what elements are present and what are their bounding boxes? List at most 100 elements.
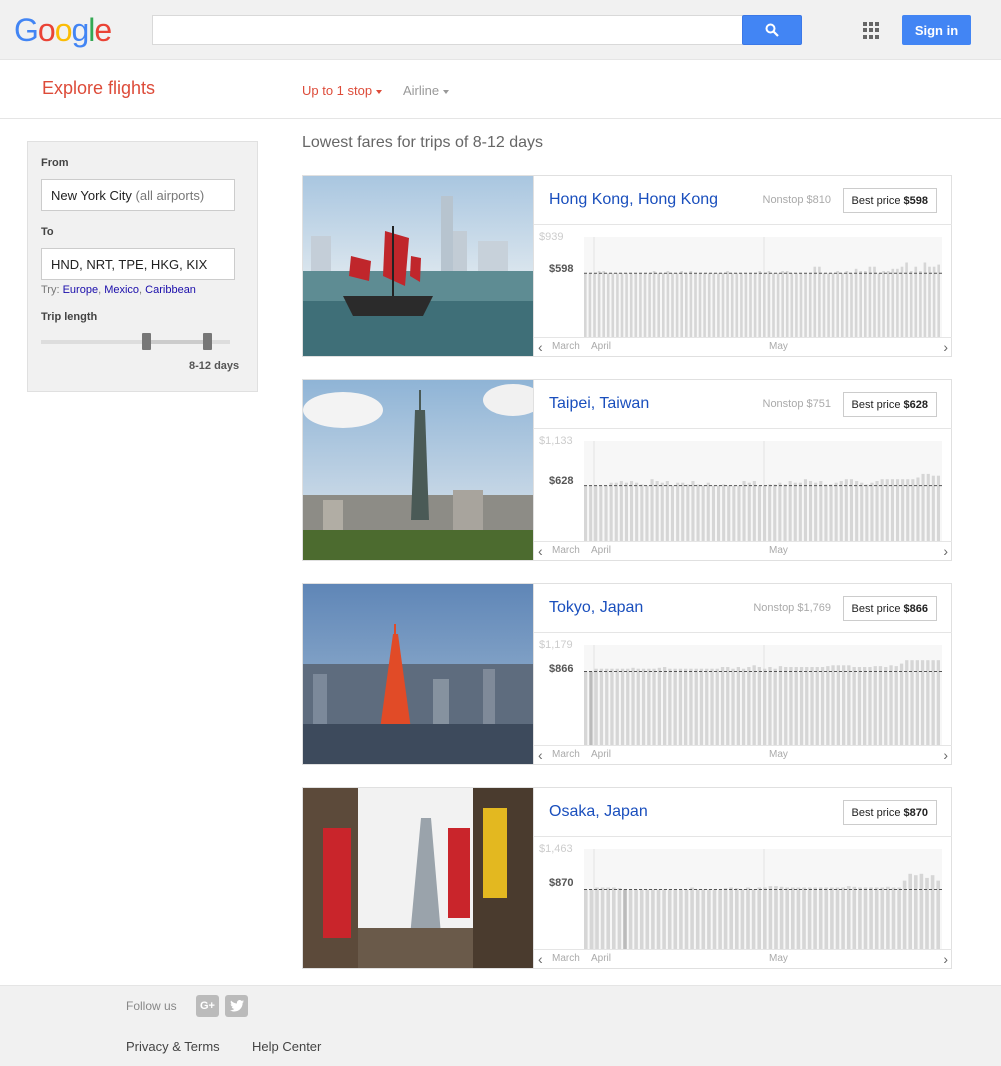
price-bar (639, 273, 642, 337)
price-bar (824, 887, 829, 949)
price-bar (810, 667, 814, 745)
price-bar (868, 667, 872, 745)
price-chart-svg (584, 441, 942, 541)
price-bar (673, 668, 677, 745)
price-bar (717, 273, 720, 337)
price-chart[interactable]: $939 $598 ‹ March April May › (534, 224, 952, 356)
price-bar (809, 481, 813, 541)
try-link-caribbean[interactable]: Caribbean (145, 284, 196, 296)
price-bar (741, 668, 746, 745)
chevron-right-icon[interactable]: › (943, 543, 948, 559)
chevron-left-icon[interactable]: ‹ (538, 543, 543, 559)
price-bar (655, 481, 659, 541)
price-bar (696, 484, 700, 541)
price-bar (705, 668, 709, 745)
best-price-button[interactable]: Best price $866 (842, 596, 937, 621)
from-field[interactable]: New York City (all airports) (41, 179, 235, 211)
best-price-button[interactable]: Best price $870 (842, 800, 937, 825)
chart-best-label: $870 (549, 877, 574, 889)
chevron-right-icon[interactable]: › (943, 339, 948, 355)
price-bar (916, 477, 920, 541)
price-chart[interactable]: $1,463 $870 ‹ March April May › (534, 836, 952, 968)
price-bar (773, 668, 777, 745)
price-bar (727, 485, 731, 541)
price-bar (827, 273, 830, 337)
destination-card[interactable]: Hong Kong, Hong Kong Nonstop $810 Best p… (302, 175, 952, 357)
chevron-left-icon[interactable]: ‹ (538, 747, 543, 763)
search-input[interactable] (152, 15, 743, 45)
price-bar (768, 667, 772, 745)
destination-card[interactable]: Osaka, Japan Best price $870 $1,463 $870… (302, 787, 952, 969)
price-bar (802, 887, 806, 949)
destination-name[interactable]: Taipei, Taiwan (549, 395, 649, 413)
trip-length-value: 8-12 days (189, 360, 240, 372)
slider-min-handle[interactable] (142, 333, 151, 350)
price-bar (606, 887, 610, 949)
search-button[interactable] (742, 15, 802, 45)
trip-length-label: Trip length (41, 311, 98, 323)
sign-in-button[interactable]: Sign in (902, 15, 971, 45)
price-bar (732, 485, 736, 541)
destination-name[interactable]: Hong Kong, Hong Kong (549, 191, 718, 209)
price-bar (793, 482, 797, 541)
best-price-button[interactable]: Best price $598 (842, 188, 937, 213)
price-bar (640, 484, 644, 541)
try-link-mexico[interactable]: Mexico (104, 284, 139, 296)
price-bar (657, 667, 661, 745)
best-price-button[interactable]: Best price $628 (842, 392, 937, 417)
destination-image (303, 176, 533, 356)
chevron-right-icon[interactable]: › (943, 951, 948, 967)
price-chart[interactable]: $1,133 $628 ‹ March April May › (534, 428, 952, 560)
stops-filter-dropdown[interactable]: Up to 1 stop (302, 83, 383, 98)
price-bar (609, 482, 613, 541)
price-bar (662, 273, 665, 337)
price-bar (645, 889, 650, 949)
chevron-down-icon (376, 89, 383, 94)
price-bar (813, 887, 817, 949)
destination-card[interactable]: Tokyo, Japan Nonstop $1,769 Best price $… (302, 583, 952, 765)
price-bar (694, 668, 698, 745)
destination-name[interactable]: Osaka, Japan (549, 803, 648, 821)
price-bar (910, 660, 914, 745)
privacy-terms-link[interactable]: Privacy & Terms (126, 1039, 220, 1054)
price-bar (736, 667, 740, 745)
to-field[interactable]: HND, NRT, TPE, HKG, KIX (41, 248, 235, 280)
follow-us-label: Follow us (126, 999, 177, 1013)
price-bar (634, 273, 638, 337)
price-bar (781, 271, 784, 337)
destination-card[interactable]: Taipei, Taiwan Nonstop $751 Best price $… (302, 379, 952, 561)
price-chart[interactable]: $1,179 $866 ‹ March April May › (534, 632, 952, 764)
price-bar (599, 485, 603, 541)
airline-filter-dropdown[interactable]: Airline (403, 83, 450, 98)
destination-name[interactable]: Tokyo, Japan (549, 599, 643, 617)
month-label: April (591, 953, 612, 964)
price-bar (689, 271, 693, 337)
month-label: April (591, 341, 612, 352)
chevron-left-icon[interactable]: ‹ (538, 951, 543, 967)
top-bar: Google Sign in (0, 0, 1001, 60)
price-bar (874, 887, 879, 949)
price-bar (740, 889, 745, 949)
google-logo[interactable]: Google (14, 12, 112, 49)
price-bar (605, 668, 609, 745)
google-plus-icon[interactable]: G+ (196, 995, 219, 1017)
twitter-icon[interactable] (225, 995, 248, 1017)
price-bar (896, 479, 900, 541)
price-bar (678, 668, 683, 745)
price-bar (850, 273, 853, 337)
price-bar (763, 273, 766, 337)
price-bar (706, 482, 710, 541)
apps-grid-icon[interactable] (863, 22, 880, 39)
chevron-right-icon[interactable]: › (943, 747, 948, 763)
chevron-left-icon[interactable]: ‹ (538, 339, 543, 355)
slider-max-handle[interactable] (203, 333, 212, 350)
try-link-europe[interactable]: Europe (63, 284, 98, 296)
price-bar (747, 482, 751, 541)
price-bar (901, 479, 905, 541)
price-bar (894, 666, 898, 745)
price-bar (651, 889, 655, 949)
price-bar (779, 886, 784, 949)
help-center-link[interactable]: Help Center (252, 1039, 321, 1054)
price-bar (758, 271, 761, 337)
price-bar (841, 887, 845, 949)
